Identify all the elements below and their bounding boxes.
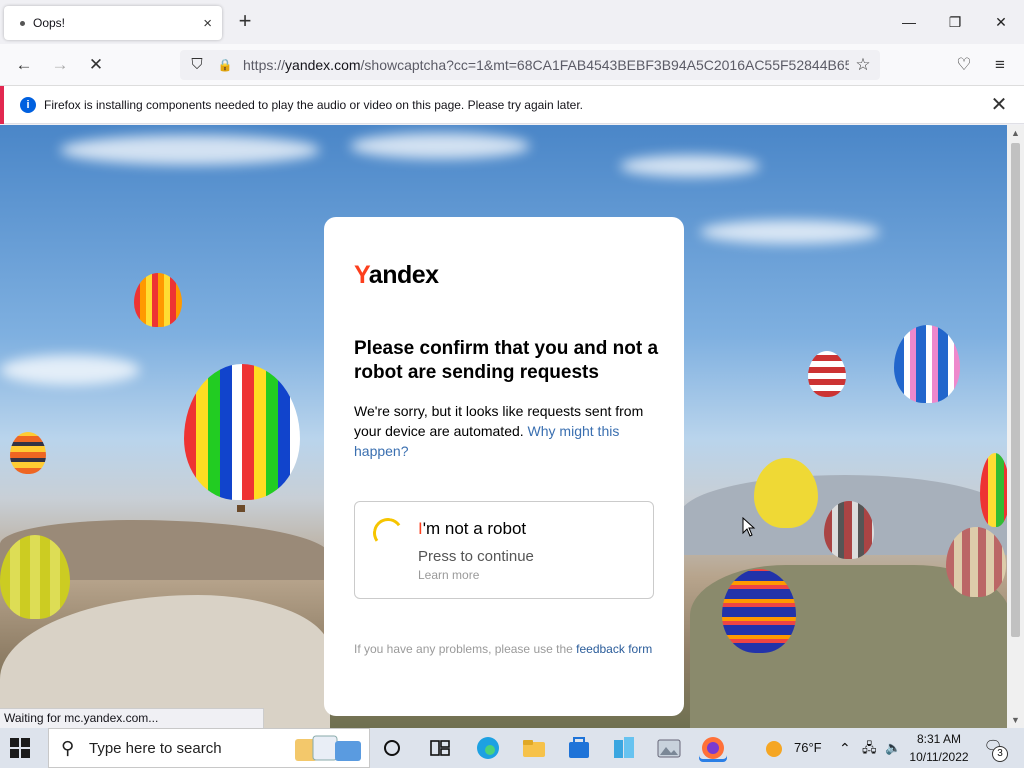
url-scheme: https:// xyxy=(243,57,286,73)
maximize-button[interactable]: ❐ xyxy=(943,10,967,34)
search-placeholder: Type here to search xyxy=(89,740,222,757)
notification-close-icon[interactable]: ✕ xyxy=(988,94,1010,116)
yandex-logo: Yandex xyxy=(354,261,439,290)
azure-data-studio-icon[interactable] xyxy=(610,734,638,762)
scroll-up-icon[interactable]: ▲ xyxy=(1007,125,1024,141)
back-icon[interactable]: ← xyxy=(12,53,36,77)
url-path: /showcaptcha?cc=1&mt=68CA1FAB4543BEBF3B9… xyxy=(360,57,849,73)
logo-letter: Y xyxy=(354,261,369,289)
close-window-button[interactable]: ✕ xyxy=(989,10,1013,34)
page-scrollbar[interactable]: ▲ ▼ xyxy=(1007,125,1024,728)
firefox-icon[interactable] xyxy=(699,734,727,762)
tab-loading-icon xyxy=(20,20,25,26)
captcha-description: We're sorry, but it looks like requests … xyxy=(354,401,659,461)
captcha-card: Yandex Please confirm that you and not a… xyxy=(324,217,684,716)
status-bar: Waiting for mc.yandex.com... xyxy=(0,708,264,728)
captcha-footer: If you have any problems, please use the… xyxy=(354,640,654,658)
scrollbar-thumb[interactable] xyxy=(1011,143,1020,637)
weather-widget[interactable]: 76°F xyxy=(766,728,822,768)
hot-air-balloon xyxy=(894,325,960,403)
browser-tab[interactable]: Oops! × xyxy=(4,6,222,40)
robot-label-rest: 'm not a robot xyxy=(422,519,527,538)
tab-title: Oops! xyxy=(33,16,66,30)
windows-start-icon[interactable] xyxy=(10,738,30,758)
photos-icon[interactable] xyxy=(655,734,683,762)
lock-icon[interactable]: 🔒 xyxy=(213,53,237,77)
captcha-heading: Please confirm that you and not a robot … xyxy=(354,338,659,383)
chevron-up-icon[interactable]: ⌃ xyxy=(839,728,851,768)
taskbar-search[interactable]: ⚲ Type here to search xyxy=(48,728,370,768)
shield-icon[interactable]: ⛉ xyxy=(185,53,209,77)
task-view-icon[interactable] xyxy=(378,734,406,762)
hot-air-balloon xyxy=(946,527,1006,597)
sun-icon xyxy=(766,740,782,757)
microsoft-store-icon[interactable] xyxy=(565,734,593,762)
hot-air-balloon xyxy=(824,501,874,559)
hot-air-balloon xyxy=(184,364,300,500)
mouse-cursor-icon xyxy=(742,517,756,537)
forward-icon[interactable]: → xyxy=(48,53,72,77)
tab-bar: Oops! × + — ❐ ✕ xyxy=(0,0,1024,44)
bookmark-star-icon[interactable]: ☆ xyxy=(851,53,875,77)
hot-air-balloon xyxy=(980,453,1007,527)
robot-label: I'm not a robot xyxy=(418,519,526,539)
clock-date: 10/11/2022 xyxy=(909,750,969,764)
network-icon[interactable]: 🖧 xyxy=(862,728,877,768)
url-host: yandex.com xyxy=(285,57,361,73)
press-to-continue: Press to continue xyxy=(418,548,534,565)
hot-air-balloon xyxy=(134,273,182,327)
notification-message: Firefox is installing components needed … xyxy=(44,98,583,112)
scroll-down-icon[interactable]: ▼ xyxy=(1007,712,1024,728)
clock-time: 8:31 AM xyxy=(916,732,962,746)
learn-more-link[interactable]: Learn more xyxy=(418,568,479,582)
app-menu-icon[interactable]: ≡ xyxy=(988,53,1012,77)
edge-icon[interactable] xyxy=(474,734,502,762)
hot-air-balloon xyxy=(10,432,46,474)
navigation-toolbar: ← → ✕ ⛉ 🔒 https://yandex.com/showcaptcha… xyxy=(0,44,1024,86)
hot-air-balloon xyxy=(754,458,818,528)
search-highlight-icon xyxy=(295,735,361,761)
windows-taskbar: ⚲ Type here to search 76°F ⌃ 🖧 🔈 8:31 AM… xyxy=(0,728,1024,768)
balloon-basket xyxy=(237,505,245,512)
cloud xyxy=(0,355,140,385)
new-tab-button[interactable]: + xyxy=(234,10,256,34)
search-icon: ⚲ xyxy=(61,738,75,758)
volume-icon[interactable]: 🔈 xyxy=(885,728,901,768)
action-center-icon[interactable]: 🗨 3 xyxy=(982,736,1008,762)
file-explorer-icon[interactable] xyxy=(520,734,548,762)
minimize-button[interactable]: — xyxy=(897,10,921,34)
pocket-icon[interactable]: ♡ xyxy=(952,53,976,77)
info-icon: i xyxy=(20,97,36,113)
stop-loading-icon[interactable]: ✕ xyxy=(84,53,108,77)
taskbar-clock[interactable]: 8:31 AM 10/11/2022 xyxy=(900,730,978,766)
notification-count-badge: 3 xyxy=(992,746,1008,762)
cloud xyxy=(700,220,880,244)
hot-air-balloon xyxy=(0,535,70,619)
weather-temp: 76°F xyxy=(794,740,822,755)
notification-bar: i Firefox is installing components neede… xyxy=(0,86,1024,124)
cloud xyxy=(60,135,320,165)
url-bar[interactable]: ⛉ 🔒 https://yandex.com/showcaptcha?cc=1&… xyxy=(180,50,880,80)
widgets-icon[interactable] xyxy=(426,734,454,762)
notification-accent xyxy=(0,86,4,124)
not-a-robot-checkbox[interactable]: I'm not a robot Press to continue Learn … xyxy=(354,501,654,599)
hot-air-balloon xyxy=(808,351,846,397)
hot-air-balloon xyxy=(722,569,796,653)
footer-text: If you have any problems, please use the xyxy=(354,642,573,656)
loading-spinner-icon xyxy=(370,515,406,551)
url-text[interactable]: https://yandex.com/showcaptcha?cc=1&mt=6… xyxy=(243,50,849,80)
logo-text: andex xyxy=(368,261,439,289)
cloud xyxy=(350,133,530,159)
tab-close-icon[interactable]: × xyxy=(203,15,212,32)
cloud xyxy=(620,155,760,177)
feedback-form-link[interactable]: feedback form xyxy=(576,642,652,656)
